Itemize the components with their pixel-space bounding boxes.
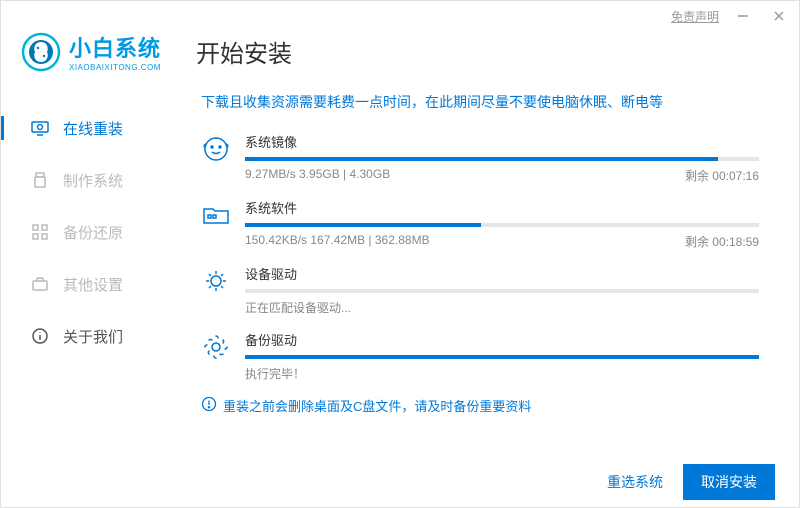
info-icon (31, 327, 49, 345)
grid-icon (31, 223, 49, 241)
gear-alt-icon (201, 332, 231, 362)
app-logo-icon (21, 32, 61, 72)
monitor-icon (31, 119, 49, 137)
task-row: 系统软件 150.42KB/s 167.42MB | 362.88MB 剩余 00… (201, 198, 759, 250)
task-title: 设备驱动 (245, 264, 759, 283)
disclaimer-link[interactable]: 免责声明 (671, 8, 719, 25)
briefcase-icon (31, 275, 49, 293)
folder-apps-icon (201, 200, 231, 230)
task-remain: 剩余 00:18:59 (685, 233, 759, 250)
task-stats: 9.27MB/s 3.95GB | 4.30GB (245, 167, 390, 184)
image-face-icon (201, 134, 231, 164)
task-row: 系统镜像 9.27MB/s 3.95GB | 4.30GB 剩余 00:07:16 (201, 132, 759, 184)
progress-fill (245, 223, 481, 227)
task-title: 备份驱动 (245, 330, 759, 349)
reselect-system-button[interactable]: 重选系统 (607, 472, 663, 492)
usb-icon (31, 171, 49, 189)
progress-fill (245, 355, 759, 359)
progress-bar (245, 289, 759, 293)
progress-fill (245, 157, 718, 161)
brand-name: 小白系统 (69, 31, 161, 63)
sidebar: 在线重装 制作系统 备份还原 其他设置 关于我们 (1, 82, 176, 468)
task-title: 系统镜像 (245, 132, 759, 151)
sidebar-item-label: 在线重装 (63, 118, 123, 139)
sidebar-item-about[interactable]: 关于我们 (31, 310, 176, 362)
task-title: 系统软件 (245, 198, 759, 217)
info-circle-icon (201, 396, 217, 415)
warning-text: 重装之前会删除桌面及C盘文件，请及时备份重要资料 (223, 396, 531, 415)
tip-text: 下载且收集资源需要耗费一点时间，在此期间尽量不要使电脑休眠、断电等 (201, 92, 759, 112)
sidebar-item-online-reinstall[interactable]: 在线重装 (31, 102, 176, 154)
sidebar-item-backup-restore[interactable]: 备份还原 (31, 206, 176, 258)
page-title: 开始安装 (196, 34, 292, 69)
sidebar-item-label: 关于我们 (63, 326, 123, 347)
minimize-button[interactable] (731, 4, 755, 28)
progress-bar (245, 223, 759, 227)
progress-bar (245, 355, 759, 359)
cancel-install-button[interactable]: 取消安装 (683, 464, 775, 500)
brand: 小白系统 XIAOBAIXITONG.COM (69, 31, 161, 72)
sidebar-item-label: 制作系统 (63, 170, 123, 191)
progress-bar (245, 157, 759, 161)
sidebar-item-label: 其他设置 (63, 274, 123, 295)
close-button[interactable] (767, 4, 791, 28)
sidebar-item-label: 备份还原 (63, 222, 123, 243)
sidebar-item-other-settings[interactable]: 其他设置 (31, 258, 176, 310)
warning-row: 重装之前会删除桌面及C盘文件，请及时备份重要资料 (201, 396, 759, 415)
task-stats: 正在匹配设备驱动... (245, 299, 351, 316)
task-stats: 150.42KB/s 167.42MB | 362.88MB (245, 233, 430, 250)
brand-url: XIAOBAIXITONG.COM (69, 63, 161, 72)
gear-icon (201, 266, 231, 296)
sidebar-item-make-system[interactable]: 制作系统 (31, 154, 176, 206)
task-stats: 执行完毕！ (245, 365, 305, 382)
task-remain: 剩余 00:07:16 (685, 167, 759, 184)
task-row: 设备驱动 正在匹配设备驱动... (201, 264, 759, 316)
task-row: 备份驱动 执行完毕！ (201, 330, 759, 382)
